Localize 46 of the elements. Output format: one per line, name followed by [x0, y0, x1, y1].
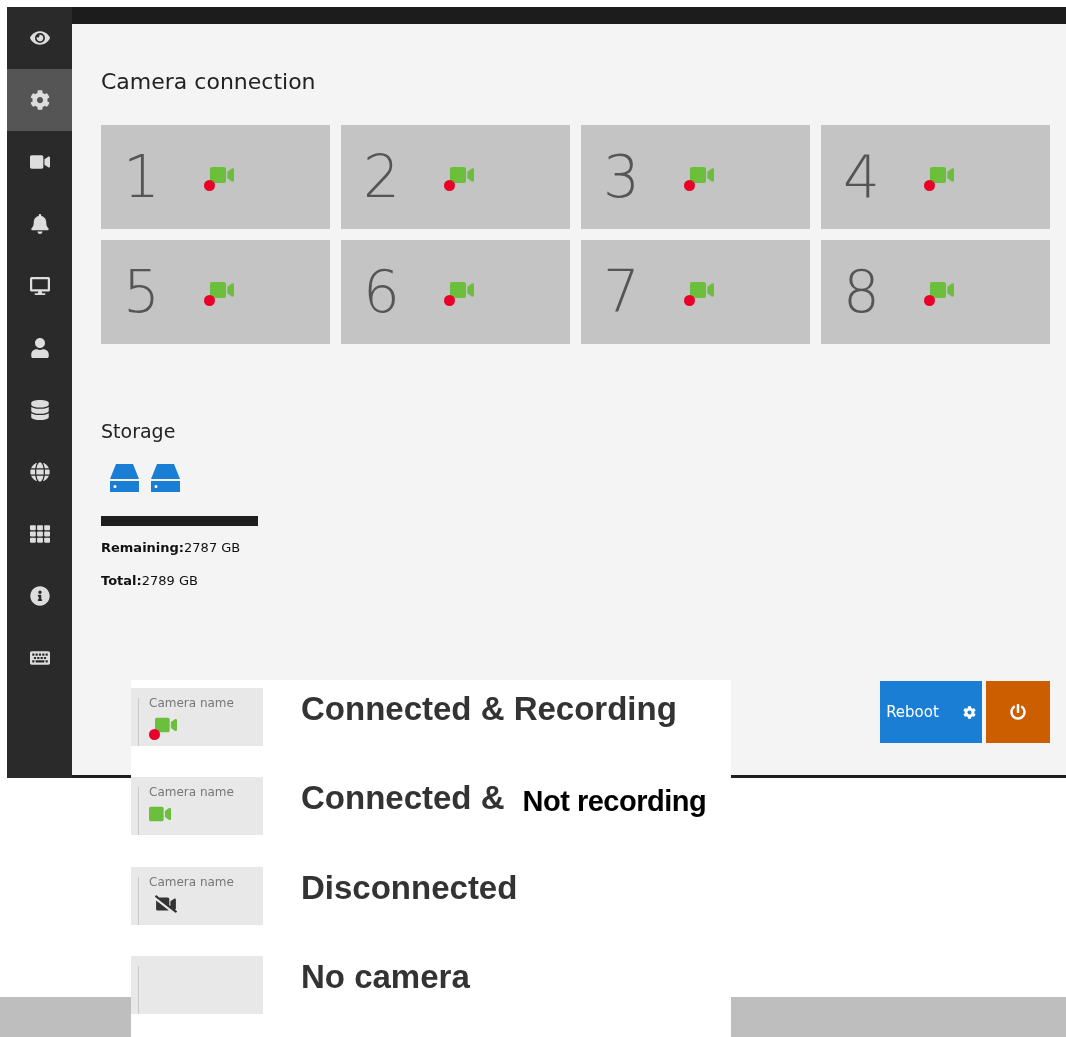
section-title: Camera connection — [101, 69, 317, 94]
total-text: Total:2789 GB — [101, 573, 199, 588]
camera-tile[interactable]: 4 — [821, 125, 1050, 229]
camera-name: Camera name — [149, 696, 235, 710]
camera-number: 5 — [123, 258, 160, 326]
grid-icon — [29, 524, 50, 544]
camera-tile[interactable]: 3 — [581, 125, 810, 229]
camera-name: Camera name — [149, 785, 235, 800]
sidebar-item[interactable] — [7, 69, 72, 131]
camera-tile[interactable]: 5 — [101, 240, 330, 344]
info-icon — [29, 586, 50, 606]
camera-tile[interactable]: 1 — [101, 125, 330, 229]
legend-label: No camera — [301, 957, 470, 996]
camera-number: 2 — [363, 143, 400, 211]
video-camera-icon — [29, 152, 50, 172]
bell-icon — [29, 214, 50, 234]
camera-number: 4 — [843, 143, 880, 211]
keyboard-icon — [29, 648, 50, 668]
camera-number: 7 — [603, 258, 640, 326]
database-icon — [29, 400, 50, 420]
remaining-text: Remaining:2787 GB — [101, 540, 242, 555]
camera-tile[interactable]: 8 — [821, 240, 1050, 344]
globe-icon — [29, 462, 50, 482]
reboot-button[interactable]: Reboot — [880, 681, 982, 743]
camera-tile[interactable]: 6 — [341, 240, 570, 344]
camera-number: 8 — [843, 258, 880, 326]
legend-label: Connected & — [301, 779, 505, 818]
section-title: Storage — [101, 420, 177, 442]
power-icon — [1010, 704, 1026, 720]
legend-label: Connected & Recording — [301, 690, 677, 728]
legend-label: Disconnected — [301, 868, 518, 907]
camera-tile[interactable]: 2 — [341, 125, 570, 229]
settings-icon — [29, 90, 50, 110]
hard-drive-icon — [151, 464, 180, 492]
legend-note: Not recording — [522, 785, 707, 819]
power-button[interactable] — [986, 681, 1050, 743]
camera-number: 1 — [123, 143, 160, 211]
hard-drive-icon — [110, 464, 139, 492]
person-icon — [29, 338, 50, 358]
camera-number: 6 — [363, 258, 400, 326]
camera-tile[interactable]: 7 — [581, 240, 810, 344]
camera-name: Camera name — [149, 874, 235, 889]
monitor-icon — [29, 276, 50, 296]
eye-icon — [29, 28, 50, 48]
settings-icon — [962, 705, 976, 719]
camera-number: 3 — [603, 143, 640, 211]
